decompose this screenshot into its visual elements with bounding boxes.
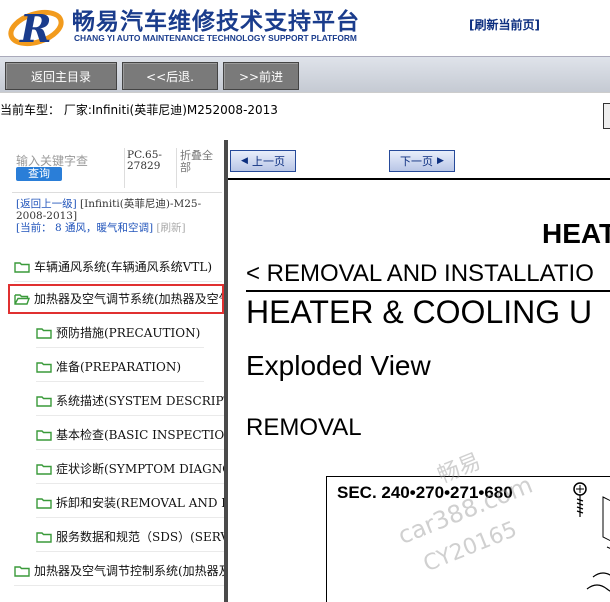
folder-icon: [36, 327, 52, 339]
model-select-box[interactable]: [603, 103, 610, 129]
tree-item-label: 基本检查(BASIC INSPECTION): [56, 428, 224, 442]
tree-item[interactable]: 基本检查(BASIC INSPECTION): [36, 420, 224, 450]
divider: [124, 148, 125, 188]
tree-item-label: 系统描述(SYSTEM DESCRIPTION): [56, 394, 224, 408]
brand-subtitle: CHANG YI AUTO MAINTENANCE TECHNOLOGY SUP…: [74, 33, 357, 43]
tree-item[interactable]: 加热器及空气调节控制系统(加热器及空气调节控制系统): [14, 556, 224, 586]
tree-item-label: 加热器及空气调节系统(加热器及空气调节系统): [34, 292, 224, 306]
screw-diagram-icon: [573, 482, 610, 592]
tree-item-label: 车辆通风系统(车辆通风系统VTL): [34, 260, 213, 274]
prev-page-button[interactable]: ◀ 上一页: [230, 150, 296, 172]
tree-item-label: 预防措施(PRECAUTION): [56, 326, 201, 340]
tree-item[interactable]: 预防措施(PRECAUTION): [36, 318, 204, 348]
folder-icon: [36, 429, 52, 441]
current-model-text: 当前车型： 厂家:Infiniti(英菲尼迪)M252008-2013: [0, 103, 278, 117]
svg-text:R: R: [19, 6, 52, 51]
doc-subtitle: Exploded View: [246, 350, 431, 381]
folder-icon: [36, 463, 52, 475]
doc-removal-heading: REMOVAL: [246, 414, 362, 441]
refresh-page-link[interactable]: [刷新当前页]: [469, 16, 540, 33]
main-menu-button[interactable]: 返回主目录: [5, 62, 117, 90]
folder-icon: [14, 565, 30, 577]
current-label: [当前：: [16, 222, 52, 234]
folder-icon: [36, 395, 52, 407]
sidebar: 输入关键字查 查询 PC.65-27829 折叠全部 [返回上一级] [Infi…: [0, 140, 226, 602]
refresh-link[interactable]: [刷新]: [156, 222, 185, 234]
current-model-bar: 当前车型： 厂家:Infiniti(英菲尼迪)M252008-2013: [0, 92, 610, 132]
triangle-left-icon: ◀: [241, 156, 248, 166]
search-button[interactable]: 查询: [16, 167, 62, 181]
nav-bar: 返回主目录 <<后退. >>前进: [0, 56, 610, 92]
tree-item-label: 拆卸和安装(REMOVAL AND INSTALLATION): [56, 496, 224, 510]
next-page-label: 下一页: [400, 155, 434, 168]
collapse-all-button[interactable]: 折叠全部: [180, 150, 220, 174]
tree-item-label: 症状诊断(SYMPTOM DIAGNOSIS): [56, 462, 224, 476]
tree-item[interactable]: 症状诊断(SYMPTOM DIAGNOSIS): [36, 454, 224, 484]
folder-open-icon: [14, 293, 30, 305]
forward-button[interactable]: >>前进: [223, 62, 299, 90]
folder-icon: [36, 361, 52, 373]
doc-rule: [246, 290, 610, 292]
triangle-right-icon: ▶: [437, 156, 444, 166]
next-page-button[interactable]: 下一页 ▶: [389, 150, 455, 172]
back-button[interactable]: <<后退.: [122, 62, 218, 90]
tree-item[interactable]: 车辆通风系统(车辆通风系统VTL): [14, 252, 222, 282]
document-viewer: HEAT < REMOVAL AND INSTALLATIO HEATER & …: [228, 182, 610, 602]
brand-title: 畅易汽车维修技术支持平台: [72, 9, 360, 35]
viewer-toolbar: ◀ 上一页 下一页 ▶: [228, 140, 610, 180]
doc-title: HEATER & COOLING U: [246, 294, 593, 330]
tree-item-label: 服务数据和规范（SDS）(SERVICE DATA): [56, 530, 224, 544]
tree-item-selected[interactable]: 加热器及空气调节系统(加热器及空气调节系统): [8, 284, 224, 314]
current-section: 8 通风，暖气和空调]: [54, 222, 154, 234]
breadcrumb: [返回上一级] [Infiniti(英菲尼迪)-M25-2008-2013] […: [16, 198, 222, 234]
divider: [12, 192, 222, 193]
prev-page-label: 上一页: [251, 155, 285, 168]
pc-code: PC.65-27829: [127, 149, 162, 172]
doc-chapter-heading: < REMOVAL AND INSTALLATIO: [246, 260, 594, 287]
up-level-link[interactable]: [返回上一级]: [16, 198, 77, 210]
exploded-view-figure: SEC. 240•270•271•680: [326, 476, 610, 602]
folder-icon: [36, 531, 52, 543]
folder-icon: [36, 497, 52, 509]
chang-yi-logo-icon: R: [8, 6, 64, 51]
divider: [176, 148, 177, 188]
tree-item-label: 加热器及空气调节控制系统(加热器及空气调节控制系统): [34, 564, 224, 578]
tree-item[interactable]: 准备(PREPARATION): [36, 352, 204, 382]
folder-icon: [14, 261, 30, 273]
tree-item[interactable]: 拆卸和安装(REMOVAL AND INSTALLATION): [36, 488, 224, 518]
tree-item-label: 准备(PREPARATION): [56, 360, 181, 374]
figure-sec-label: SEC. 240•270•271•680: [337, 483, 513, 502]
tree-item[interactable]: 服务数据和规范（SDS）(SERVICE DATA): [36, 522, 224, 552]
doc-section-heading: HEAT: [542, 218, 610, 249]
tree-item[interactable]: 系统描述(SYSTEM DESCRIPTION): [36, 386, 224, 416]
